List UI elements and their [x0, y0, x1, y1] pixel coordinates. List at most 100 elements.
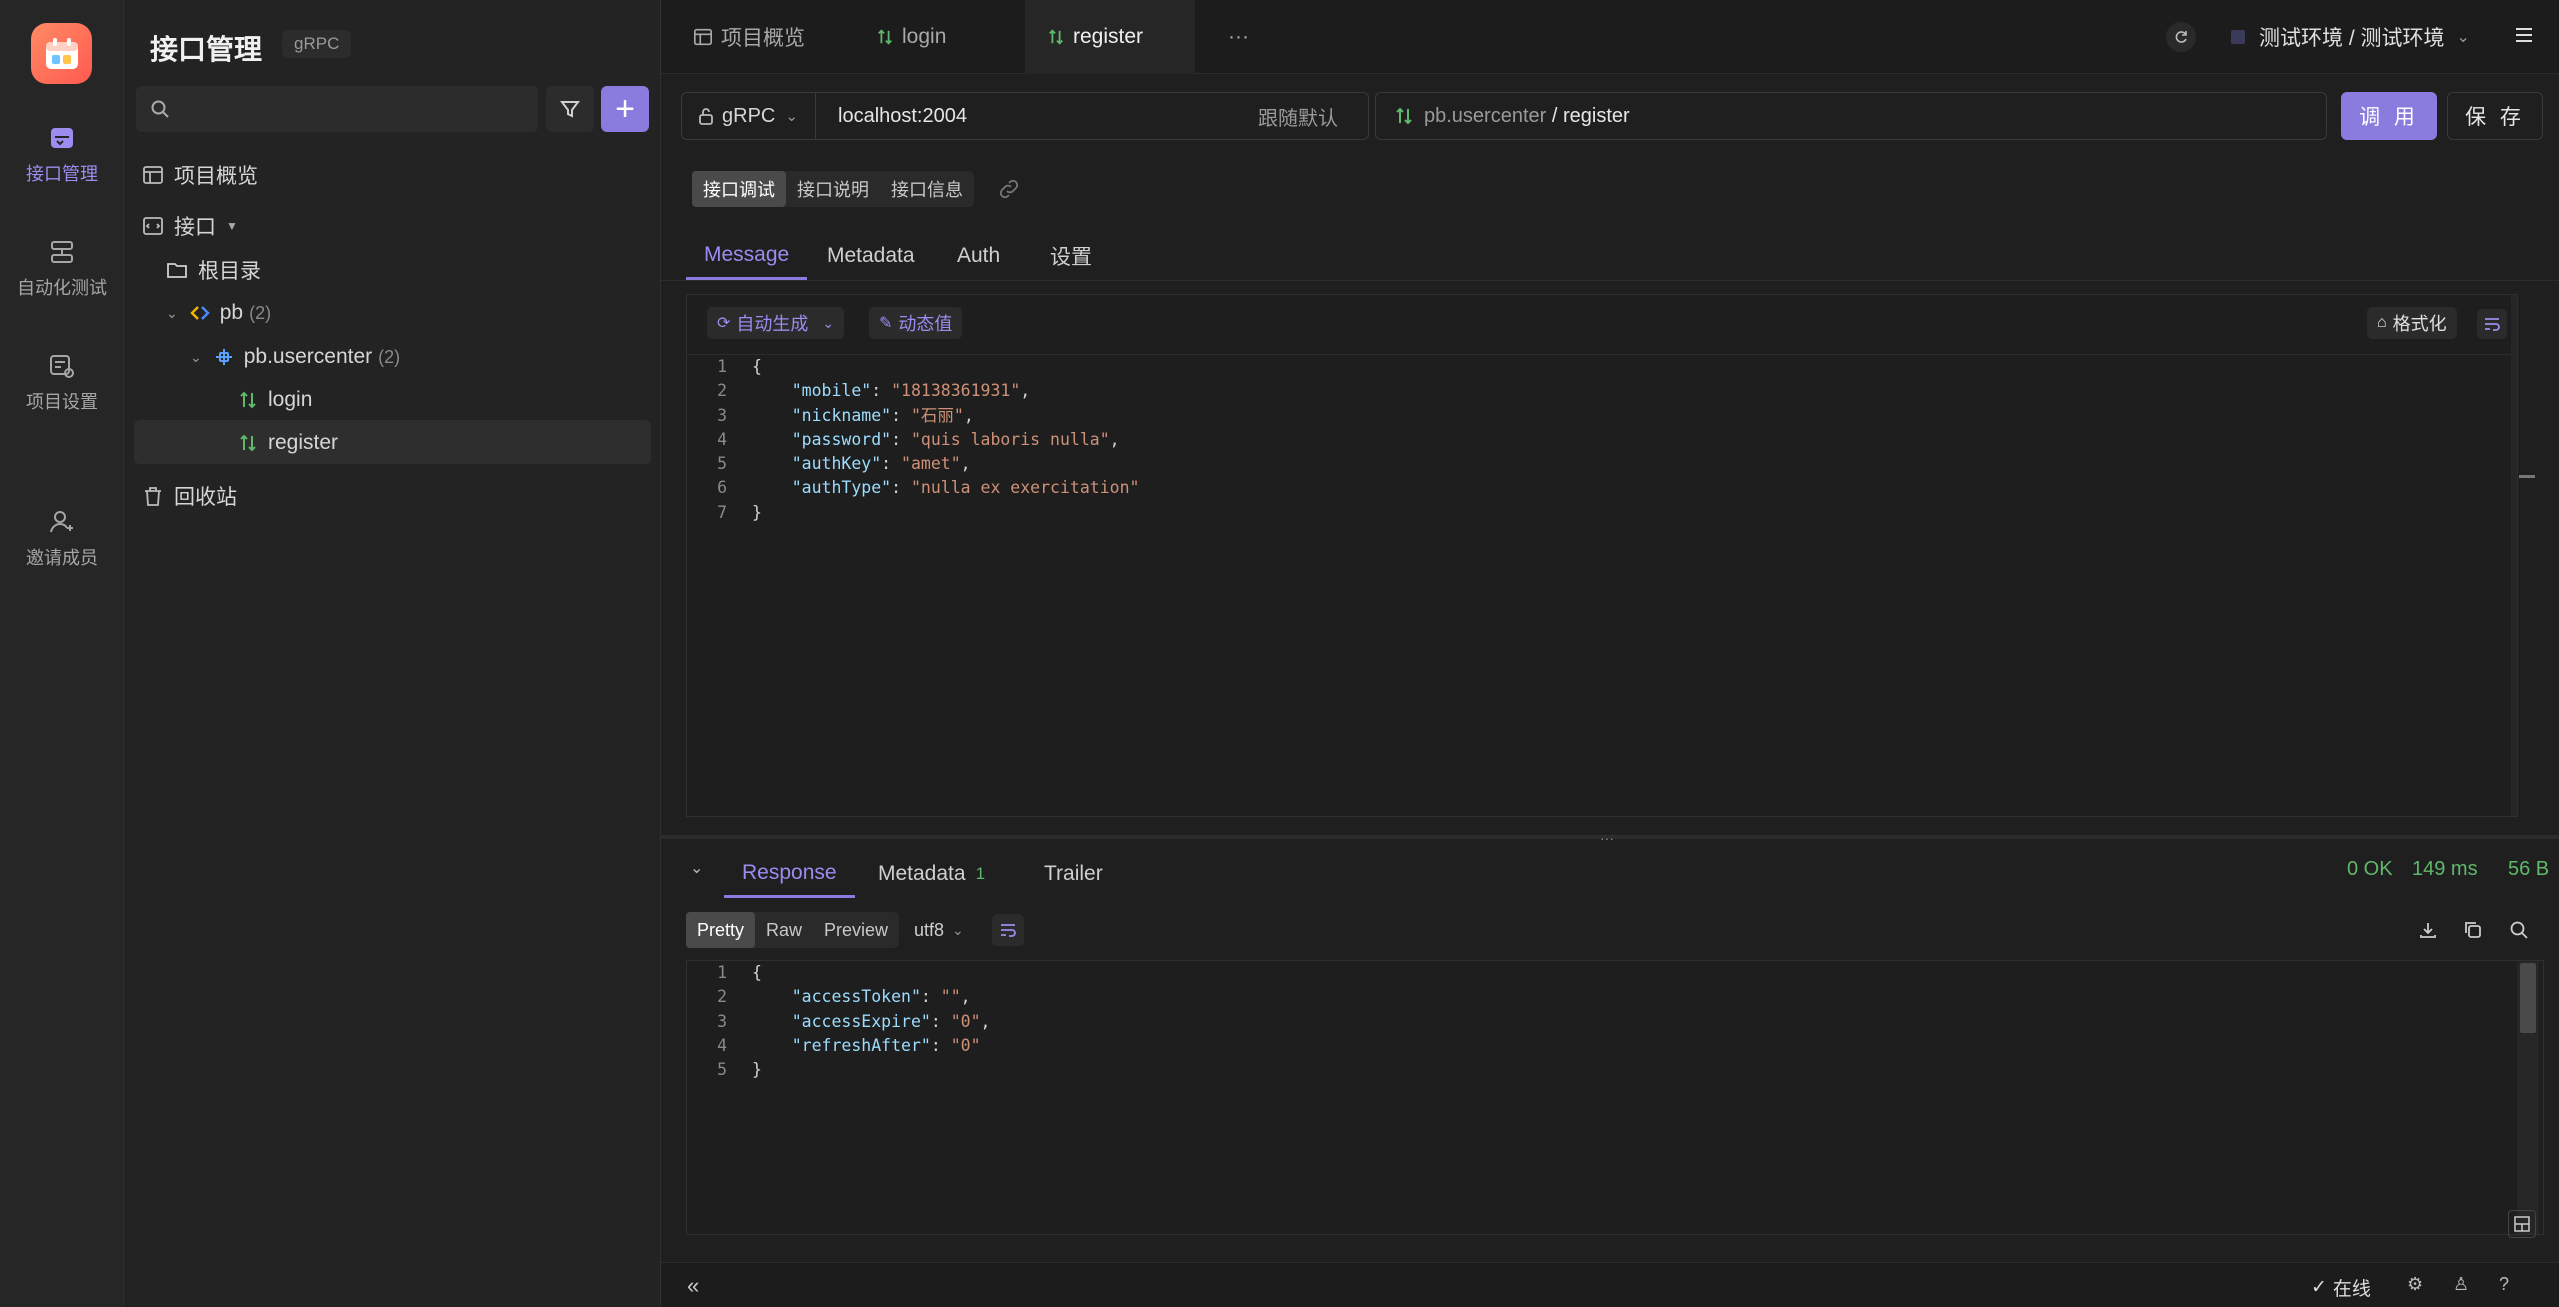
more-tabs-button[interactable]: ··· — [1206, 0, 1271, 74]
json-value: "" — [940, 987, 961, 1007]
json-value: "quis laboris nulla" — [910, 429, 1110, 449]
env-selector[interactable]: 测试环境 / 测试环境 ⌄ — [2231, 18, 2470, 56]
dynamic-value-button[interactable]: ✎ 动态值 — [869, 307, 963, 339]
line-number: 5 — [717, 454, 727, 474]
filter-button[interactable] — [546, 86, 594, 132]
trash-icon — [142, 485, 164, 507]
tree-method-register[interactable]: register — [238, 423, 338, 463]
tab-description[interactable]: 接口说明 — [786, 171, 880, 207]
line-number: 1 — [717, 357, 727, 376]
host-default-hint[interactable]: 跟随默认 — [1258, 93, 1338, 139]
tab-response[interactable]: Response — [724, 850, 855, 898]
tab-overview[interactable]: 项目概览 — [671, 0, 827, 74]
settings-icon[interactable]: ⚙ — [2407, 1274, 2423, 1295]
caret-down-icon[interactable]: ▼ — [226, 219, 238, 233]
mode-tabs: 接口调试 接口说明 接口信息 — [692, 171, 974, 207]
code-line: 5 "authKey": "amet", — [687, 452, 1139, 476]
request-code[interactable]: 1{2 "mobile": "18138361931", 3 "nickname"… — [687, 355, 1139, 525]
link-icon[interactable] — [998, 178, 1020, 205]
rail-automation-test[interactable]: 自动化测试 — [0, 238, 124, 300]
sidebar-item-recycle-bin[interactable]: 回收站 — [142, 476, 237, 516]
format-button[interactable]: ⌂ 格式化 — [2367, 307, 2457, 339]
chevron-down-icon[interactable]: ⌄ — [166, 305, 178, 322]
tab-preview[interactable]: Preview — [813, 912, 899, 948]
settings-doc-icon — [50, 355, 74, 378]
wrap-icon — [2485, 318, 2500, 331]
plus-icon: + — [615, 90, 635, 128]
chevron-down-icon: ⌄ — [2456, 29, 2470, 46]
search-input[interactable] — [136, 86, 538, 132]
line-number: 4 — [717, 429, 727, 449]
sidebar-item-overview[interactable]: 项目概览 — [142, 155, 258, 195]
add-button[interactable]: + — [601, 86, 649, 132]
tab-login[interactable]: login — [854, 0, 968, 74]
endpoint-bar: gRPC ⌄ localhost:2004 跟随默认 — [681, 92, 1369, 140]
request-editor[interactable]: ⟳ 自动生成 ⌄ ✎ 动态值 ⌂ 格式化 1{2 "mobile": "1813… — [686, 294, 2535, 817]
response-wrap-button[interactable] — [992, 914, 1024, 946]
line-number: 2 — [717, 381, 727, 401]
search-icon[interactable] — [2509, 920, 2529, 945]
collapse-sidebar-icon[interactable]: « — [687, 1273, 699, 1299]
tree-package-pb[interactable]: ⌄ pb (2) — [166, 293, 271, 333]
json-value: "nulla ex exercitation" — [910, 478, 1140, 498]
app-logo[interactable] — [31, 23, 92, 84]
invoke-button[interactable]: 调 用 — [2341, 92, 2437, 140]
tab-info[interactable]: 接口信息 — [880, 171, 974, 207]
sidebar-item-interfaces[interactable]: 接口 ▼ — [142, 206, 238, 246]
tab-request-metadata[interactable]: Metadata — [827, 232, 915, 280]
json-key: "authKey" — [791, 454, 882, 474]
response-viewer[interactable]: 1{2 "accessToken": "", 3 "accessExpire": … — [686, 960, 2544, 1235]
encoding-select[interactable]: utf8 ⌄ — [914, 912, 964, 948]
chevron-down-icon: ⌄ — [952, 921, 964, 938]
scrollbar[interactable] — [2517, 961, 2539, 1234]
json-value: "0" — [950, 1011, 981, 1031]
tab-trailer[interactable]: Trailer — [1044, 850, 1103, 898]
chevron-down-icon[interactable]: ⌄ — [190, 349, 202, 366]
code-line: 1{ — [687, 961, 990, 985]
code-line: 5} — [687, 1058, 990, 1082]
rail-project-settings[interactable]: 项目设置 — [0, 352, 124, 414]
chevron-down-icon[interactable]: ⌄ — [822, 315, 834, 332]
refresh-button[interactable] — [2166, 22, 2196, 52]
auto-generate-button[interactable]: ⟳ 自动生成 ⌄ — [707, 307, 845, 339]
tree-root-folder[interactable]: 根目录 — [166, 250, 261, 290]
tab-raw[interactable]: Raw — [755, 912, 813, 948]
code-line: 1{ — [687, 355, 1139, 379]
tree-service-usercenter[interactable]: ⌄ pb.usercenter (2) — [190, 337, 400, 377]
collapse-response-icon[interactable]: ⌄ — [690, 858, 703, 878]
word-wrap-button[interactable] — [2477, 309, 2507, 339]
shirt-icon[interactable]: ♙ — [2453, 1274, 2469, 1295]
copy-icon[interactable] — [2463, 920, 2483, 945]
response-code[interactable]: 1{2 "accessToken": "", 3 "accessExpire": … — [687, 961, 990, 1082]
host-input[interactable]: localhost:2004 — [838, 93, 967, 139]
protocol-select[interactable]: gRPC ⌄ — [698, 93, 798, 139]
api-icon — [51, 128, 73, 148]
rail-invite-members[interactable]: 邀请成员 — [0, 508, 124, 570]
layout-toggle-icon[interactable] — [2508, 1210, 2536, 1238]
tab-pretty[interactable]: Pretty — [686, 912, 756, 948]
online-status[interactable]: ✓ 在线 — [2311, 1274, 2371, 1301]
json-key: "mobile" — [791, 381, 872, 401]
tab-debug[interactable]: 接口调试 — [692, 171, 786, 207]
json-key: "nickname" — [791, 405, 892, 425]
method-path-field[interactable]: pb.usercenter / register — [1375, 92, 2327, 140]
line-number: 6 — [717, 478, 727, 498]
hamburger-icon — [2516, 28, 2532, 42]
tab-auth[interactable]: Auth — [957, 232, 1000, 280]
tab-settings[interactable]: 设置 — [1050, 232, 1092, 280]
line-number: 3 — [717, 1011, 727, 1031]
tab-register[interactable]: register — [1025, 0, 1195, 74]
interface-icon — [142, 215, 164, 237]
save-button[interactable]: 保 存 — [2447, 92, 2543, 140]
download-icon[interactable] — [2418, 920, 2438, 945]
tab-message[interactable]: Message — [686, 232, 808, 280]
rail-interface-management[interactable]: 接口管理 — [0, 124, 124, 186]
drag-handle-icon[interactable]: ··· — [1600, 830, 1614, 846]
status-bar: « ✓ 在线 ⚙ ♙ ? — [661, 1262, 2559, 1307]
help-icon[interactable]: ? — [2499, 1274, 2509, 1295]
menu-button[interactable] — [2513, 24, 2535, 51]
filter-icon — [560, 101, 580, 118]
env-icon — [2231, 30, 2245, 44]
tree-method-login[interactable]: login — [238, 380, 312, 420]
tab-response-metadata[interactable]: Metadata 1 — [878, 850, 985, 898]
